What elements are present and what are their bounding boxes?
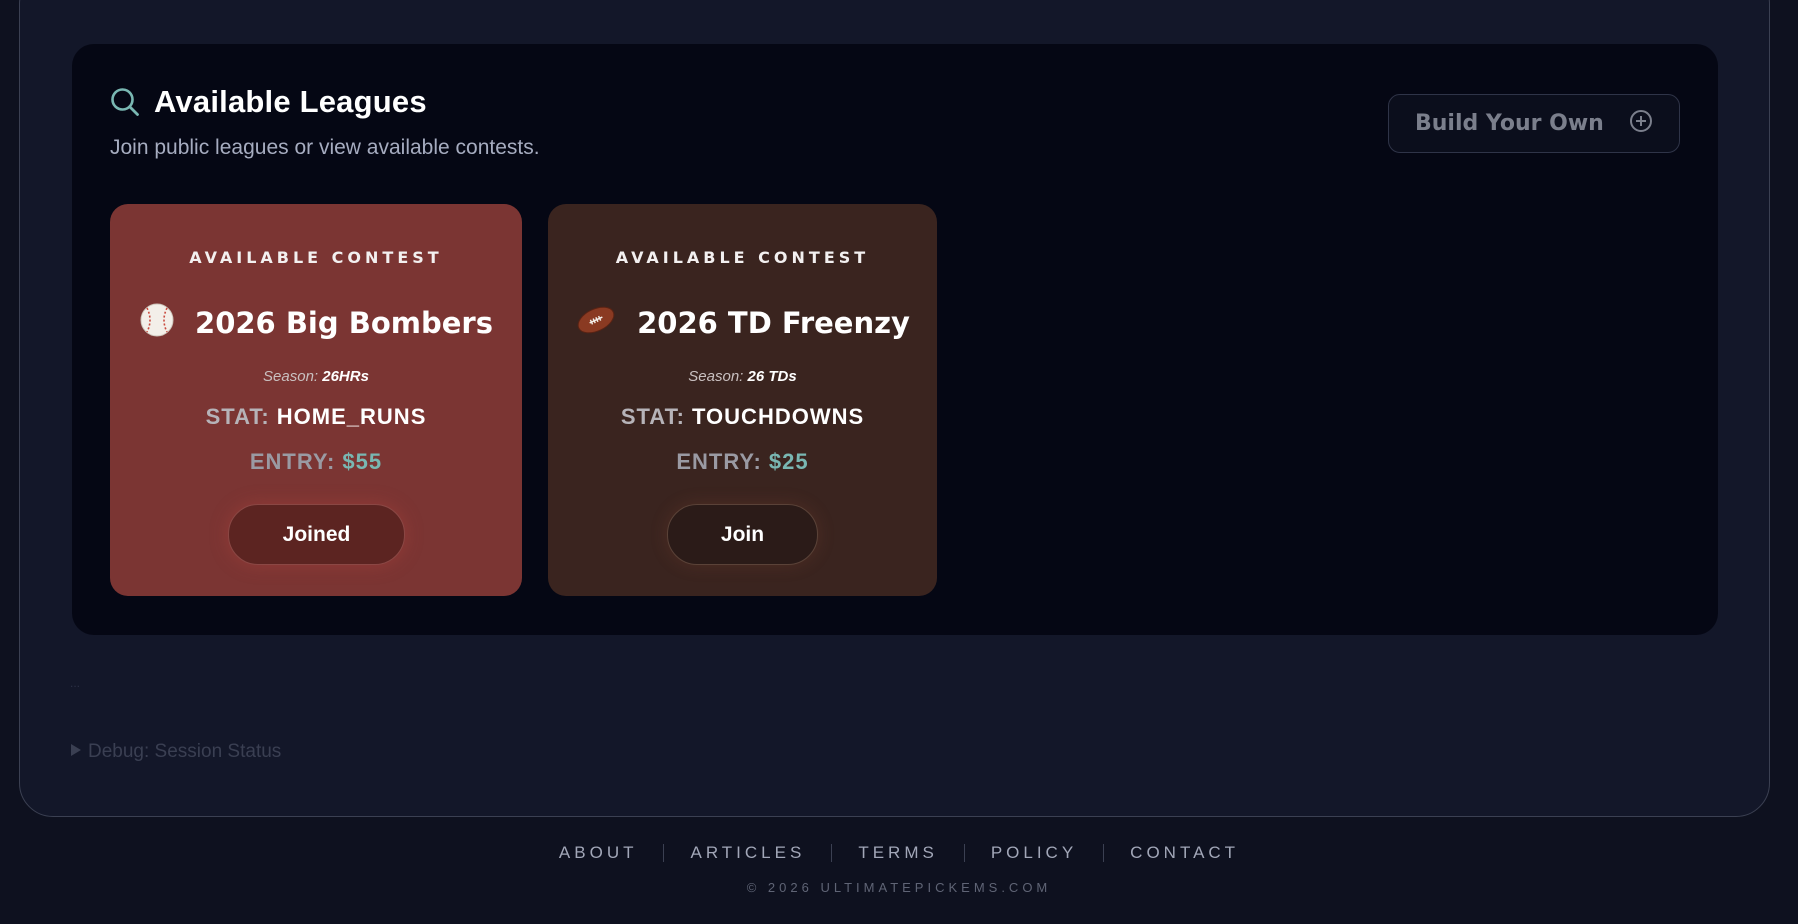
contest-card: AVAILABLE CONTEST 2026 TD Freenzy Season…: [548, 204, 937, 596]
entry-label: ENTRY:: [676, 449, 762, 474]
card-eyebrow: AVAILABLE CONTEST: [189, 248, 443, 267]
card-title-row: 2026 TD Freenzy: [548, 302, 937, 343]
stat-label: STAT:: [205, 404, 270, 429]
card-eyebrow: AVAILABLE CONTEST: [615, 248, 870, 267]
join-button[interactable]: Join: [667, 504, 818, 565]
card-season: Season: 26HRs: [110, 368, 522, 385]
debug-session-toggle[interactable]: Debug: Session Status: [70, 741, 281, 763]
search-icon: [110, 87, 140, 117]
season-label: Season:: [688, 368, 744, 385]
card-entry: ENTRY: $55: [110, 449, 522, 475]
stat-value: HOME_RUNS: [276, 404, 427, 429]
footer-link-articles[interactable]: ARTICLES: [664, 843, 831, 863]
stat-label: STAT:: [620, 404, 685, 429]
card-title: 2026 TD Freenzy: [637, 305, 910, 340]
footer-link-about[interactable]: ABOUT: [533, 843, 664, 863]
card-entry: ENTRY: $25: [548, 449, 937, 475]
plus-circle-icon: [1629, 109, 1653, 138]
footer-link-contact[interactable]: CONTACT: [1104, 843, 1265, 863]
debug-label: Debug: Session Status: [88, 741, 282, 762]
season-label: Season:: [263, 368, 319, 385]
stat-value: TOUCHDOWNS: [692, 404, 865, 429]
entry-value: $25: [768, 449, 809, 474]
season-value: 26 TDs: [747, 368, 797, 385]
joined-button[interactable]: Joined: [228, 504, 405, 565]
loading-dots: ...: [70, 676, 81, 690]
build-your-own-label: Build Your Own: [1415, 111, 1604, 136]
page-subtitle: Join public leagues or view available co…: [110, 136, 540, 159]
copyright: © 2026 ULTIMATEPICKEMS.COM: [746, 880, 1052, 895]
section-header: Available Leagues: [110, 84, 427, 120]
build-your-own-button[interactable]: Build Your Own: [1388, 94, 1680, 153]
football-icon: [575, 302, 617, 343]
entry-value: $55: [342, 449, 383, 474]
card-season: Season: 26 TDs: [548, 368, 937, 385]
card-stat: STAT: TOUCHDOWNS: [548, 404, 937, 430]
contest-card: AVAILABLE CONTEST 2026 Big Bombers Seaso…: [110, 204, 522, 596]
page-title: Available Leagues: [154, 84, 427, 119]
triangle-right-icon: [70, 741, 82, 763]
season-value: 26HRs: [322, 368, 369, 385]
footer-link-terms[interactable]: TERMS: [832, 843, 964, 863]
card-stat: STAT: HOME_RUNS: [110, 404, 522, 430]
footer-link-policy[interactable]: POLICY: [965, 843, 1103, 863]
card-title-row: 2026 Big Bombers: [110, 302, 522, 343]
entry-label: ENTRY:: [249, 449, 336, 474]
baseball-icon: [139, 302, 175, 343]
footer-nav: ABOUT ARTICLES TERMS POLICY CONTACT: [0, 843, 1798, 863]
card-title: 2026 Big Bombers: [195, 305, 493, 340]
